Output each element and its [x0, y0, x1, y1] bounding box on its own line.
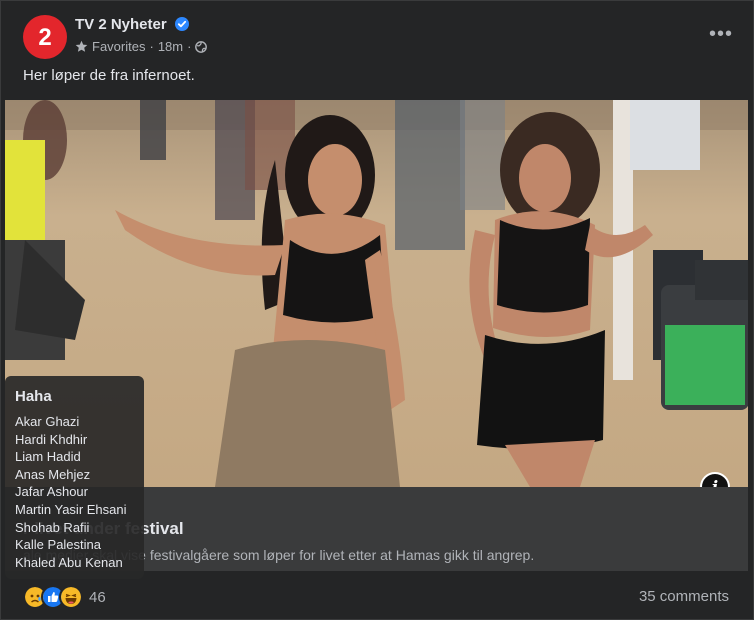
svg-text:2: 2	[38, 24, 51, 51]
tooltip-name: Akar Ghazi	[15, 414, 80, 429]
tooltip-title: Haha	[15, 388, 52, 405]
page-name[interactable]: TV 2 Nyheter	[75, 16, 189, 33]
meta-separator: ·	[149, 39, 154, 54]
post-caption: Her løper de fra infernoet.	[23, 67, 195, 84]
tooltip-name: Kalle Palestina	[15, 537, 101, 553]
reaction-tooltip: Haha Akar Ghazi Hardi Khdhir Liam Hadid …	[5, 376, 144, 579]
tooltip-name: Jafar Ashour	[15, 484, 88, 500]
comments-count-link[interactable]: 35 comments	[639, 588, 729, 605]
audience-label[interactable]: Favorites	[92, 39, 145, 54]
tooltip-name: Martin Yasir Ehsani	[15, 501, 127, 517]
post-header: 2 TV 2 Nyheter Favorites · 18m · •••	[23, 13, 733, 59]
tooltip-name-list: Akar Ghazi Hardi Khdhir Liam Hadid Anas …	[15, 413, 127, 571]
post-meta: Favorites · 18m ·	[75, 39, 208, 54]
more-options-button[interactable]: •••	[709, 23, 733, 46]
post-timestamp[interactable]: 18m	[158, 39, 183, 54]
haha-icon	[59, 585, 83, 609]
meta-separator-2: ·	[187, 39, 192, 54]
reaction-count[interactable]: 46	[89, 589, 106, 606]
tooltip-name: Shohab Rafii	[15, 519, 90, 535]
page-avatar[interactable]: 2	[23, 15, 67, 59]
page-name-text[interactable]: TV 2 Nyheter	[75, 16, 167, 33]
reactions-summary[interactable]: 46	[23, 585, 106, 609]
tooltip-name: Hardi Khdhir	[15, 431, 88, 447]
tooltip-name: Khaled Abu Kenan	[15, 554, 123, 570]
globe-icon	[195, 40, 208, 53]
tooltip-name: Liam Hadid	[15, 449, 81, 465]
star-icon	[75, 40, 88, 52]
post-card: 2 TV 2 Nyheter Favorites · 18m · ••• Her	[0, 0, 754, 620]
post-footer: 46 35 comments	[23, 585, 733, 609]
tooltip-name: Anas Mehjez	[15, 466, 91, 482]
verified-badge-icon	[174, 17, 189, 31]
tv2-logo-icon: 2	[38, 24, 51, 51]
